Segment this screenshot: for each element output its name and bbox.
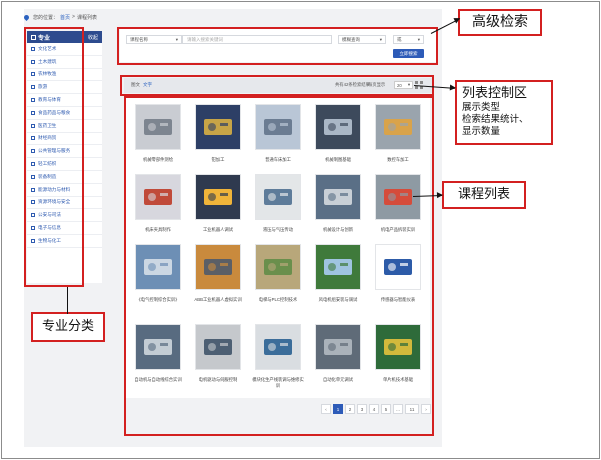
breadcrumb-current: 课程列表 bbox=[76, 14, 97, 21]
label-major-category: 专业分类 bbox=[31, 312, 105, 342]
label-list-control-line3: 显示数量 bbox=[462, 126, 501, 137]
sidebar-collapse-toggle[interactable]: 收起 bbox=[88, 34, 98, 41]
label-list-control-line2: 检索结果统计、 bbox=[462, 114, 529, 125]
label-list-control-line1: 展示类型 bbox=[462, 102, 501, 113]
connector-major-category bbox=[67, 287, 68, 314]
location-pin-icon bbox=[22, 13, 31, 21]
advanced-search-highlight bbox=[117, 27, 438, 65]
major-category-highlight bbox=[24, 27, 84, 287]
breadcrumb-separator: > bbox=[72, 14, 75, 20]
course-list-highlight bbox=[124, 96, 434, 436]
breadcrumb-prefix: 您的位置： bbox=[33, 14, 59, 21]
list-control-highlight bbox=[120, 75, 434, 96]
label-list-control: 列表控制区 展示类型 检索结果统计、 显示数量 bbox=[455, 80, 553, 145]
label-list-control-title: 列表控制区 bbox=[462, 86, 528, 101]
breadcrumb: 您的位置： 首页 > 课程列表 bbox=[22, 11, 97, 23]
breadcrumb-home-link[interactable]: 首页 bbox=[60, 14, 70, 21]
label-advanced-search: 高级检索 bbox=[458, 9, 542, 36]
label-course-list: 课程列表 bbox=[442, 181, 526, 209]
